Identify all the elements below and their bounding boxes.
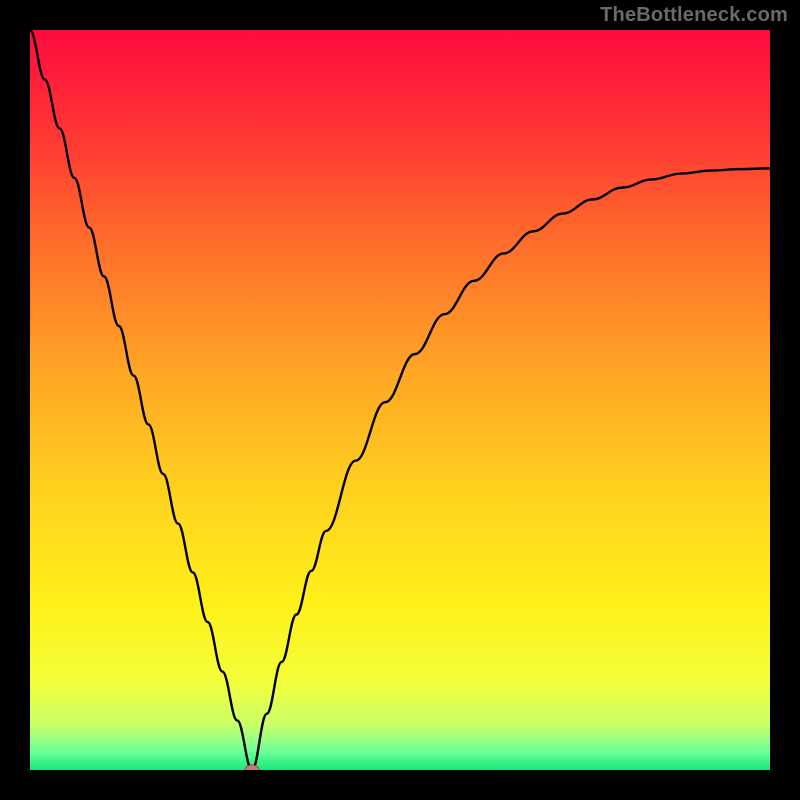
watermark-label: TheBottleneck.com	[600, 4, 788, 27]
plot-area	[30, 30, 770, 770]
chart-svg	[30, 30, 770, 770]
chart-frame: TheBottleneck.com	[0, 0, 800, 800]
